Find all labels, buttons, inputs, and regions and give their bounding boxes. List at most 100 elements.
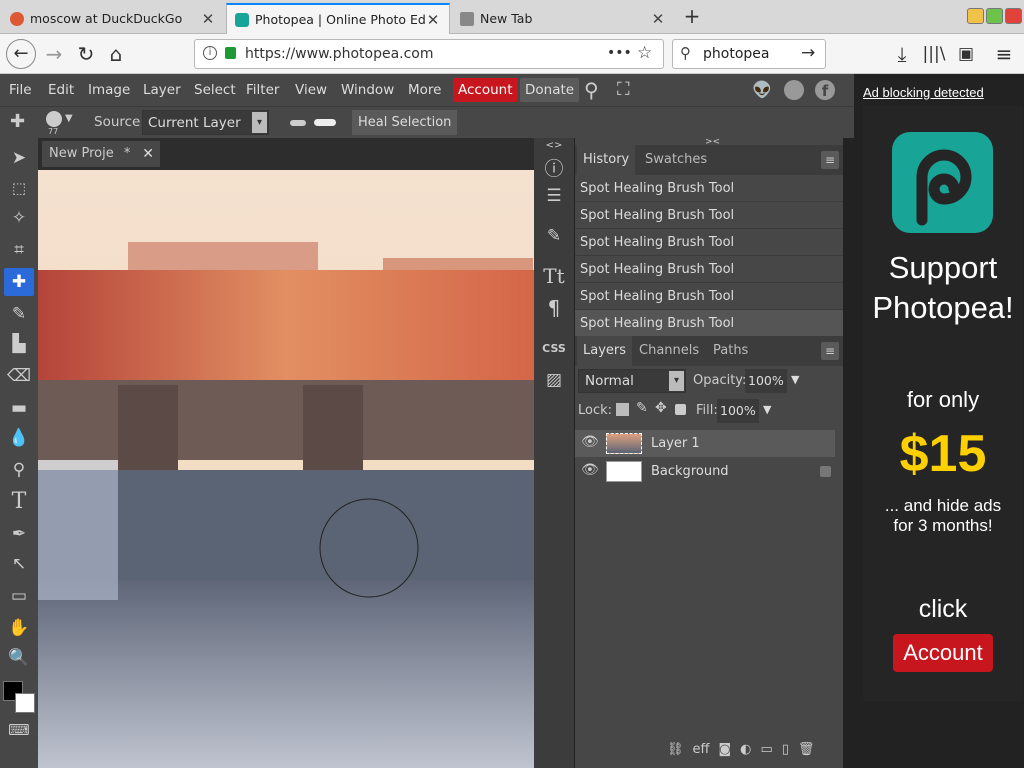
character-panel-icon[interactable]: Tt — [534, 264, 574, 288]
layer-mask-icon[interactable]: ◙ — [718, 742, 731, 762]
search-go-arrow-icon[interactable]: → — [801, 43, 815, 63]
delete-layer-trash-icon[interactable]: 🗑 — [798, 742, 815, 762]
minimize-window-button[interactable] — [967, 8, 984, 24]
reddit-icon[interactable]: 👽 — [752, 74, 772, 106]
tab-channels[interactable]: Channels — [633, 336, 705, 366]
tab-paths[interactable]: Paths — [707, 336, 754, 366]
fullscreen-icon[interactable]: ⛶ — [617, 74, 630, 106]
history-item[interactable]: Spot Healing Brush Tool — [575, 175, 843, 202]
marquee-tool-icon[interactable]: ⬚ — [4, 174, 34, 202]
back-arrow-icon[interactable]: ← — [6, 39, 36, 69]
twitter-icon[interactable] — [784, 80, 804, 100]
info-panel-icon[interactable]: ⓘ — [534, 154, 574, 181]
brush-tool-icon[interactable]: ✎ — [4, 300, 34, 328]
lock-all-icon[interactable] — [675, 404, 686, 415]
chevron-down-icon[interactable]: ▾ — [252, 112, 267, 133]
ad-account-button[interactable]: Account — [893, 634, 993, 672]
url-text[interactable]: https://www.photopea.com — [245, 46, 434, 62]
source-select[interactable]: Current Layer ▾ — [142, 110, 269, 135]
menu-layer[interactable]: Layer — [143, 74, 181, 106]
browser-tab-duckduckgo[interactable]: moscow at DuckDuckGo ✕ — [2, 3, 224, 34]
home-icon[interactable]: ⌂ — [102, 42, 130, 66]
maximize-window-button[interactable] — [986, 8, 1003, 24]
visibility-eye-icon[interactable]: 👁 — [581, 434, 599, 450]
reload-icon[interactable]: ↻ — [72, 42, 100, 66]
url-bar[interactable]: i https://www.photopea.com ••• ☆ — [194, 39, 664, 69]
mode-toggle-icon[interactable] — [290, 120, 306, 126]
search-icon[interactable]: ⚲ — [584, 74, 599, 106]
menu-edit[interactable]: Edit — [48, 74, 74, 106]
lock-position-icon[interactable]: ✥ — [655, 400, 667, 416]
image-panel-icon[interactable]: ▨ — [534, 370, 574, 390]
background-color-swatch[interactable] — [15, 693, 35, 713]
opacity-dropdown-icon[interactable]: ▼ — [791, 373, 799, 386]
page-actions-dots-icon[interactable]: ••• — [607, 45, 632, 61]
gradient-tool-icon[interactable]: ▬ — [4, 394, 34, 422]
chevron-down-icon[interactable]: ▾ — [669, 371, 684, 391]
brush-dropdown-chevron-icon[interactable]: ▼ — [65, 113, 73, 124]
brush-panel-icon[interactable]: ✎ — [534, 226, 574, 246]
layer-row-background[interactable]: 👁 Background — [575, 458, 835, 485]
menu-more[interactable]: More — [408, 74, 441, 106]
tab-swatches[interactable]: Swatches — [639, 145, 713, 175]
css-panel-icon[interactable]: CSS — [534, 342, 574, 355]
fill-dropdown-icon[interactable]: ▼ — [763, 403, 771, 416]
close-window-button[interactable] — [1005, 8, 1022, 24]
canvas-area[interactable] — [38, 170, 534, 768]
history-item[interactable]: Spot Healing Brush Tool — [575, 283, 843, 310]
lock-transparency-icon[interactable] — [616, 403, 629, 416]
library-icon[interactable]: |||\ — [920, 42, 948, 66]
forward-arrow-icon[interactable]: → — [40, 42, 68, 66]
zoom-tool-icon[interactable]: 🔍 — [4, 644, 34, 672]
spot-healing-tool-icon[interactable]: ✚ — [10, 111, 25, 132]
layer-effects-icon[interactable]: eff — [693, 742, 710, 762]
layer-name[interactable]: Background — [651, 464, 729, 479]
blur-tool-icon[interactable]: 💧 — [4, 424, 34, 452]
menu-window[interactable]: Window — [341, 74, 394, 106]
link-layers-icon[interactable]: ⛓ — [667, 742, 684, 762]
browser-tab-newtab[interactable]: New Tab ✕ — [452, 3, 674, 34]
ad-blocking-detected-link[interactable]: Ad blocking detected — [863, 85, 984, 100]
tab-history[interactable]: History — [577, 145, 636, 175]
move-tool-icon[interactable]: ➤ — [4, 144, 34, 172]
dodge-tool-icon[interactable]: ⚲ — [4, 456, 34, 484]
stamp-tool-icon[interactable]: ▙ — [4, 330, 34, 358]
history-item-active[interactable]: Spot Healing Brush Tool — [575, 310, 843, 337]
hand-tool-icon[interactable]: ✋ — [4, 614, 34, 642]
fill-input[interactable]: 100% — [717, 399, 759, 423]
magic-wand-tool-icon[interactable]: ✧ — [4, 204, 34, 232]
layer-name[interactable]: Layer 1 — [651, 436, 700, 451]
close-document-icon[interactable]: ✕ — [142, 141, 154, 167]
history-item[interactable]: Spot Healing Brush Tool — [575, 202, 843, 229]
download-icon[interactable]: ⤓ — [888, 42, 916, 66]
brush-preset-icon[interactable] — [46, 111, 62, 127]
opacity-input[interactable]: 100% — [745, 369, 787, 393]
spot-healing-tool-icon[interactable]: ✚ — [4, 268, 34, 296]
history-item[interactable]: Spot Healing Brush Tool — [575, 256, 843, 283]
path-select-tool-icon[interactable]: ↖ — [4, 550, 34, 578]
shape-tool-icon[interactable]: ▭ — [4, 582, 34, 610]
menu-filter[interactable]: Filter — [246, 74, 279, 106]
bookmark-star-icon[interactable]: ☆ — [637, 43, 652, 63]
pen-tool-icon[interactable]: ✒ — [4, 520, 34, 548]
adjustment-layer-icon[interactable]: ◐ — [740, 742, 751, 762]
lock-pixels-icon[interactable]: ✎ — [636, 400, 648, 416]
paragraph-panel-icon[interactable]: ¶ — [534, 296, 574, 320]
history-item[interactable]: Spot Healing Brush Tool — [575, 229, 843, 256]
adjustments-panel-icon[interactable]: ☰ — [534, 186, 574, 206]
new-group-folder-icon[interactable]: ▭ — [760, 742, 772, 762]
document-tab[interactable]: New Proje * ✕ — [42, 141, 160, 167]
close-tab-icon[interactable]: ✕ — [650, 10, 666, 28]
account-button[interactable]: Account — [453, 78, 518, 102]
text-tool-icon[interactable]: T — [4, 488, 34, 516]
sample-toggle-icon[interactable] — [314, 119, 336, 126]
collapse-arrows-icon[interactable]: <> — [534, 140, 574, 151]
layer-row-layer-1[interactable]: 👁 Layer 1 — [575, 430, 835, 457]
crop-tool-icon[interactable]: ⌗ — [4, 236, 34, 264]
eraser-tool-icon[interactable]: ⌫ — [4, 362, 34, 390]
hamburger-menu-icon[interactable]: ≡ — [990, 42, 1018, 66]
search-bar[interactable]: ⚲ photopea → — [672, 39, 826, 69]
close-tab-icon[interactable]: ✕ — [425, 11, 441, 29]
menu-file[interactable]: File — [9, 74, 32, 106]
facebook-icon[interactable]: f — [815, 80, 835, 100]
